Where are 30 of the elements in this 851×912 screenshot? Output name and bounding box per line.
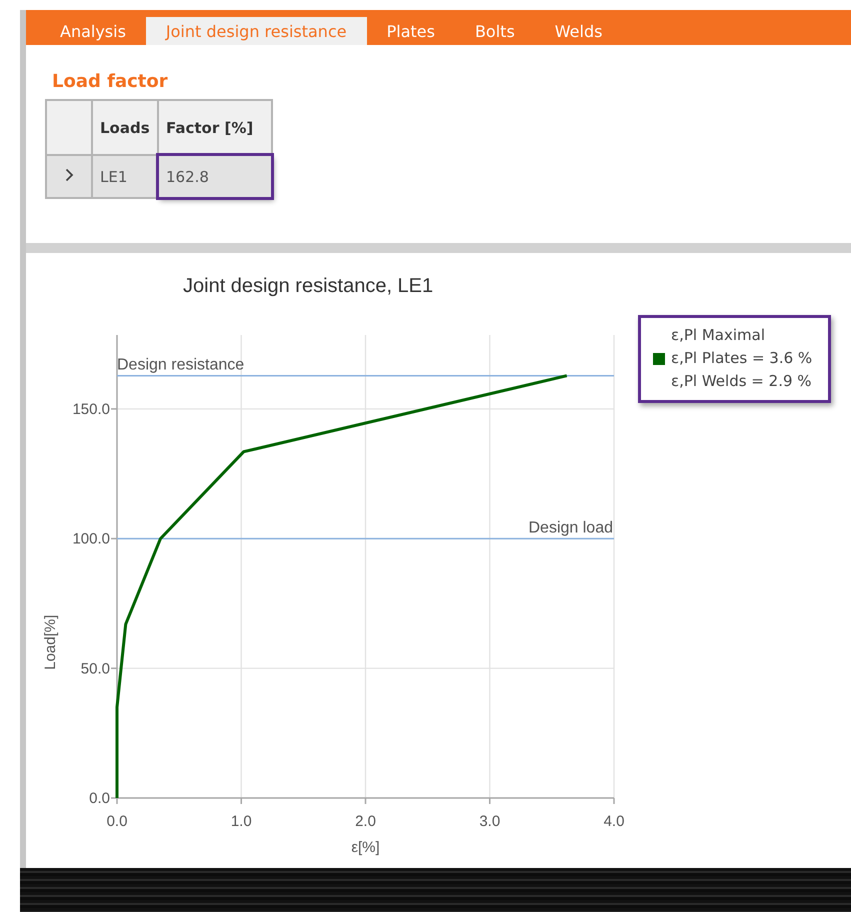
y-tick-label: 50.0 — [80, 660, 110, 678]
tab[interactable]: Plates — [366, 17, 455, 45]
row-expander[interactable] — [46, 155, 92, 198]
y-axis-label: Load[%] — [42, 614, 59, 670]
chevron-icon — [64, 168, 74, 182]
x-tick-label: 4.0 — [604, 813, 624, 830]
tab[interactable]: Welds — [534, 17, 622, 45]
x-tick-label: 3.0 — [479, 813, 500, 830]
reference-label: Design load — [528, 520, 613, 537]
chart-title: Joint design resistance, LE1 — [183, 275, 434, 297]
legend-label: ε,Pl Plates = 3.6 % — [671, 348, 812, 369]
reference-label: Design resistance — [117, 356, 244, 374]
column-header: Loads — [92, 100, 158, 155]
section-title: Load factor — [52, 71, 169, 92]
table-cell: LE1 — [92, 155, 158, 198]
x-axis-label: ε[%] — [351, 839, 380, 856]
y-tick-label: 100.0 — [72, 530, 110, 548]
y-tick-label: 150.0 — [72, 400, 110, 418]
x-tick-label: 2.0 — [355, 813, 376, 830]
table-cell: 162.8 — [158, 155, 272, 198]
column-header: Factor [%] — [158, 100, 272, 155]
tab[interactable]: Bolts — [454, 17, 535, 45]
x-tick-label: 0.0 — [106, 813, 128, 830]
legend-label: ε,Pl Welds = 2.9 % — [671, 371, 812, 392]
tab[interactable]: Analysis — [40, 17, 146, 45]
y-tick-label: 0.0 — [89, 790, 110, 807]
tab[interactable]: Joint design resistance — [146, 17, 367, 45]
header-cell — [46, 100, 92, 155]
x-tick-label: 1.0 — [230, 813, 252, 830]
legend-label: ε,Pl Maximal — [671, 325, 766, 346]
